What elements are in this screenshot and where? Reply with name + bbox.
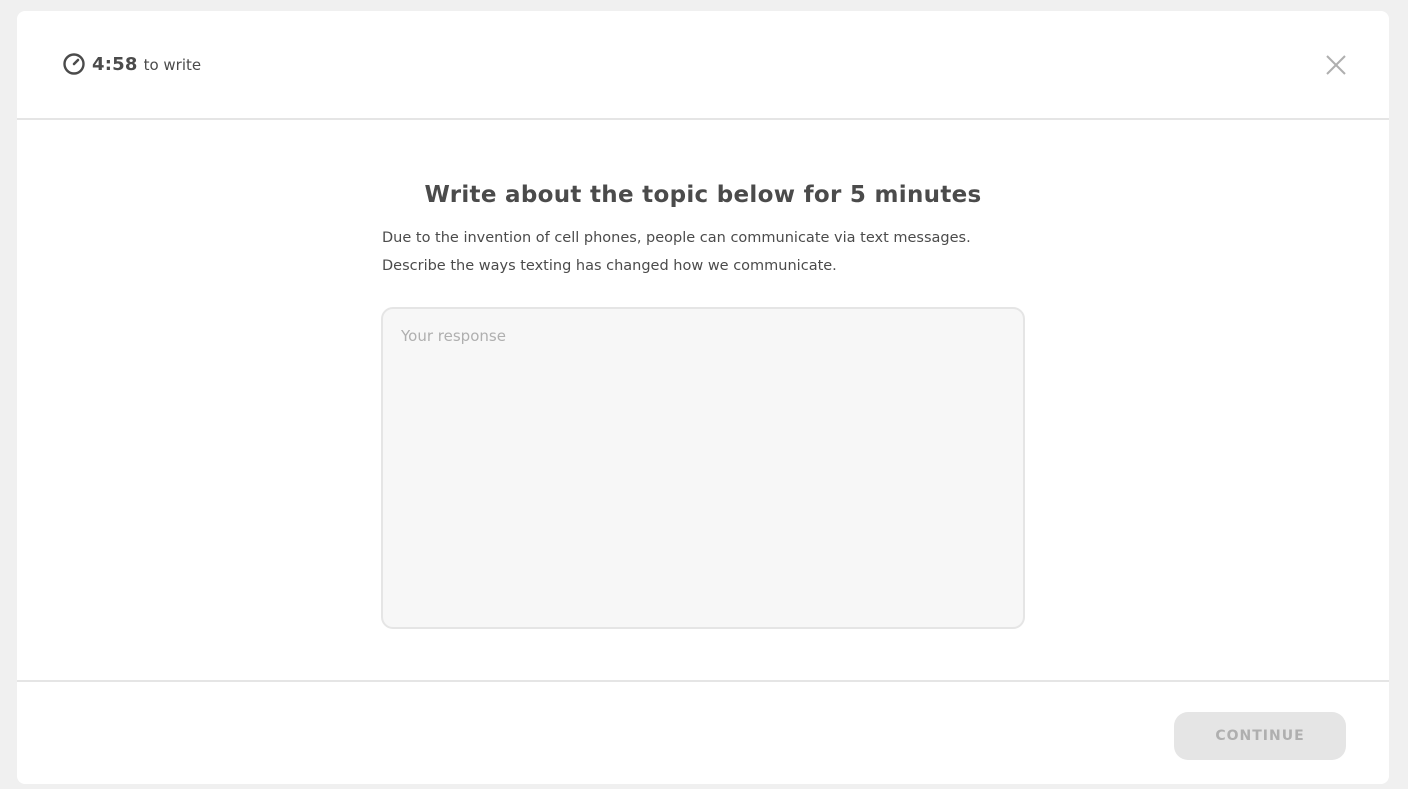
writing-card: 4:58 to write Write about the topic belo… [17,11,1389,784]
close-button[interactable] [1321,51,1351,81]
timer-suffix: to write [143,55,202,74]
continue-button[interactable]: CONTINUE [1174,712,1346,760]
page-title: Write about the topic below for 5 minute… [424,182,982,208]
close-icon [1325,54,1347,79]
stopwatch-icon [62,52,86,76]
response-input[interactable] [381,307,1025,629]
main-content: Write about the topic below for 5 minute… [17,120,1389,682]
header: 4:58 to write [17,11,1389,120]
writing-prompt: Due to the invention of cell phones, peo… [382,230,971,274]
footer: CONTINUE [17,680,1389,784]
timer-value: 4:58 [92,53,138,75]
timer: 4:58 to write [62,51,201,77]
